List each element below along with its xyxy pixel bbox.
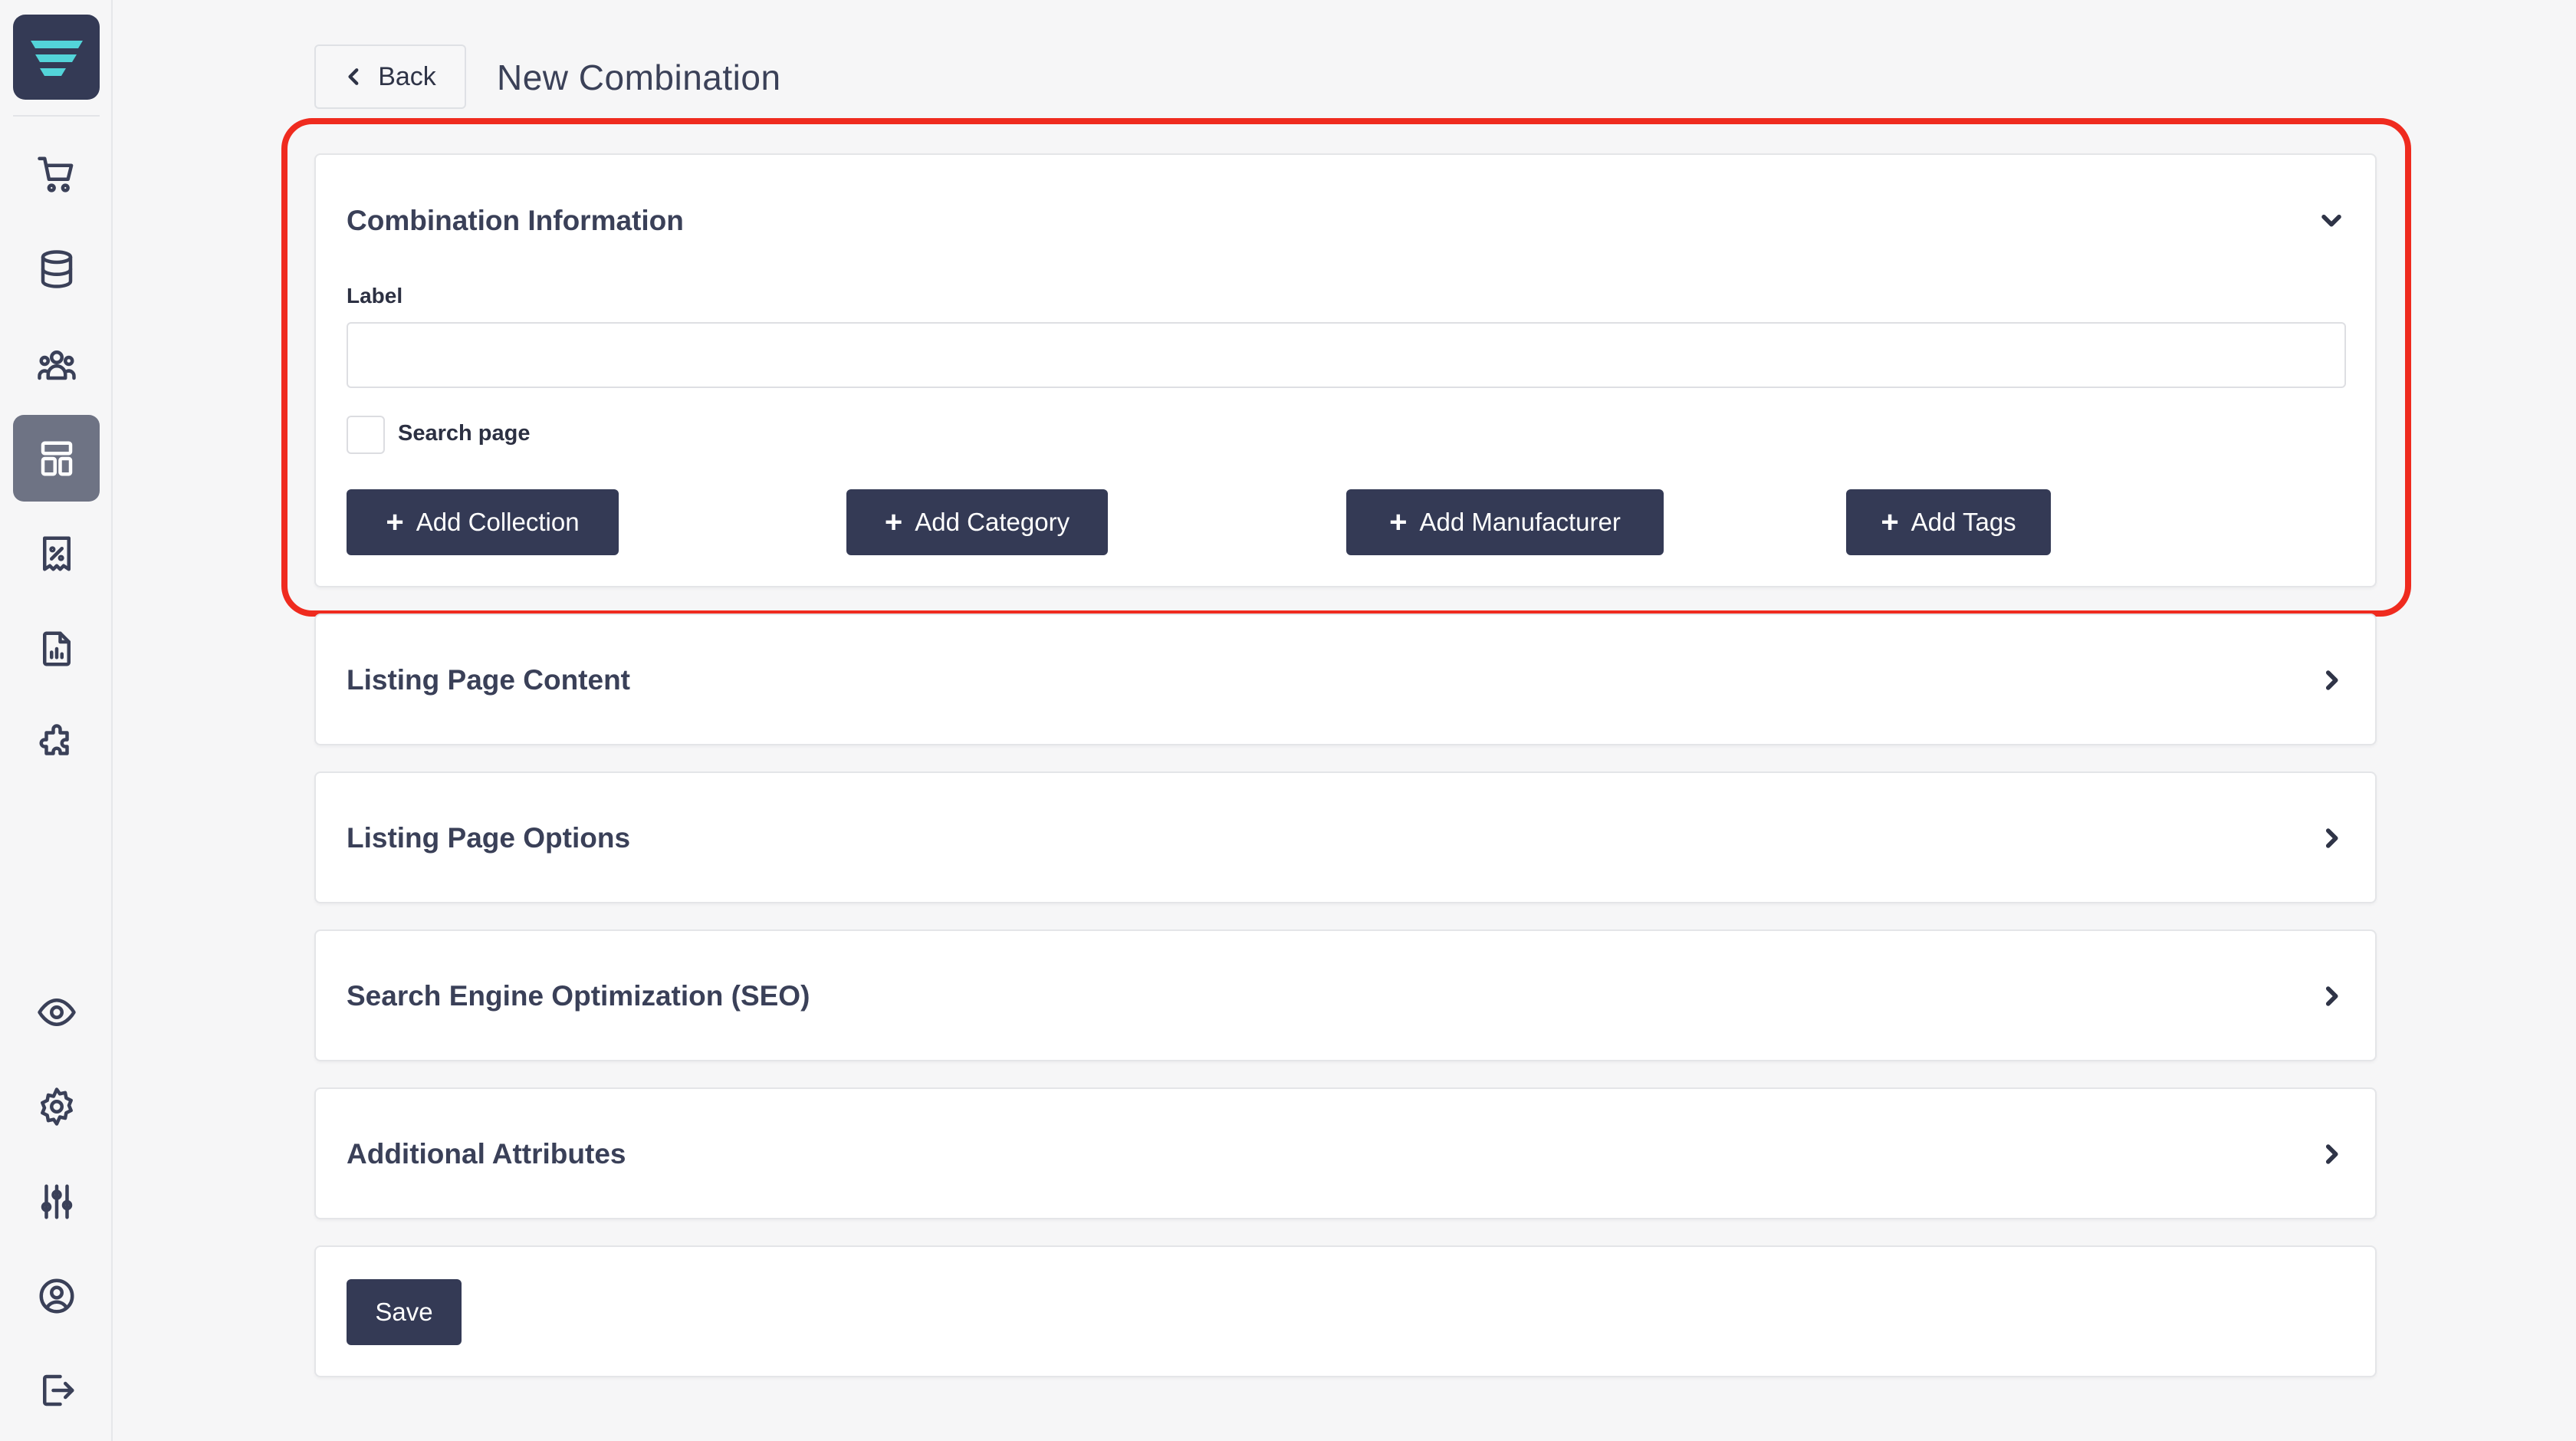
- section-title: Listing Page Options: [347, 822, 631, 854]
- chevron-right-icon[interactable]: [2318, 667, 2344, 693]
- save-button[interactable]: Save: [347, 1279, 462, 1345]
- sliders-icon: [41, 1184, 72, 1219]
- back-button-label: Back: [378, 61, 436, 91]
- plus-icon: +: [386, 505, 404, 539]
- plus-icon: +: [1881, 505, 1899, 539]
- sidebar-item-catalog[interactable]: [13, 225, 100, 312]
- cart-icon: [37, 156, 73, 192]
- section-title: Additional Attributes: [347, 1138, 626, 1170]
- sidebar-item-settings[interactable]: [13, 1063, 100, 1150]
- chevron-left-icon: [348, 68, 359, 85]
- sidebar-item-content[interactable]: [13, 415, 100, 502]
- combination-information-header[interactable]: Combination Information: [347, 205, 684, 237]
- sidebar-item-logout[interactable]: [13, 1347, 100, 1433]
- search-page-label[interactable]: Search page: [398, 421, 530, 446]
- add-tags-button[interactable]: + Add Tags: [1846, 489, 2051, 555]
- save-button-label: Save: [375, 1298, 433, 1326]
- chevron-down-icon[interactable]: [2318, 207, 2344, 233]
- label-field-label: Label: [347, 284, 403, 308]
- sidebar: [0, 0, 113, 1441]
- add-category-button[interactable]: + Add Category: [846, 489, 1108, 555]
- sidebar-item-reports[interactable]: [13, 605, 100, 692]
- section-additional-attributes[interactable]: Additional Attributes: [314, 1087, 2377, 1219]
- eye-icon: [37, 998, 76, 1026]
- sidebar-item-preview[interactable]: [13, 969, 100, 1055]
- search-page-checkbox[interactable]: [347, 416, 385, 454]
- add-collection-label: Add Collection: [416, 508, 580, 536]
- sidebar-item-account[interactable]: [13, 1252, 100, 1339]
- add-tags-label: Add Tags: [1911, 508, 2016, 536]
- gear-icon: [40, 1087, 73, 1126]
- sidebar-item-orders[interactable]: [13, 130, 100, 217]
- page-title: New Combination: [497, 58, 781, 97]
- section-seo[interactable]: Search Engine Optimization (SEO): [314, 929, 2377, 1061]
- section-title: Listing Page Content: [347, 664, 630, 696]
- users-icon: [37, 350, 76, 380]
- back-button[interactable]: Back: [314, 44, 466, 109]
- sidebar-item-customers[interactable]: [13, 321, 100, 407]
- layout-icon: [41, 441, 72, 475]
- chevron-right-icon[interactable]: [2318, 983, 2344, 1009]
- section-listing-page-content[interactable]: Listing Page Content: [314, 614, 2377, 745]
- label-input[interactable]: [347, 322, 2346, 388]
- add-manufacturer-button[interactable]: + Add Manufacturer: [1346, 489, 1664, 555]
- user-circle-icon: [39, 1278, 74, 1313]
- plus-icon: +: [884, 505, 903, 539]
- combination-information-panel: Combination Information Label Search pag…: [314, 153, 2377, 587]
- add-category-label: Add Category: [915, 508, 1070, 536]
- plus-icon: +: [1389, 505, 1408, 539]
- sidebar-item-extensions[interactable]: [13, 699, 100, 786]
- logout-icon: [42, 1374, 74, 1406]
- section-listing-page-options[interactable]: Listing Page Options: [314, 771, 2377, 903]
- discount-receipt-icon: [42, 536, 71, 571]
- sidebar-divider: [13, 115, 100, 117]
- logo-icon: [30, 40, 83, 76]
- database-icon: [41, 249, 72, 288]
- chevron-right-icon[interactable]: [2318, 825, 2344, 851]
- add-manufacturer-label: Add Manufacturer: [1419, 508, 1621, 536]
- chevron-right-icon[interactable]: [2318, 1141, 2344, 1167]
- save-panel: Save: [314, 1245, 2377, 1377]
- sidebar-item-discounts[interactable]: [13, 510, 100, 597]
- app-logo[interactable]: [13, 15, 100, 100]
- puzzle-icon: [39, 723, 69, 755]
- report-icon: [42, 631, 71, 666]
- sidebar-item-configuration[interactable]: [13, 1158, 100, 1245]
- add-collection-button[interactable]: + Add Collection: [347, 489, 619, 555]
- section-title: Search Engine Optimization (SEO): [347, 980, 810, 1012]
